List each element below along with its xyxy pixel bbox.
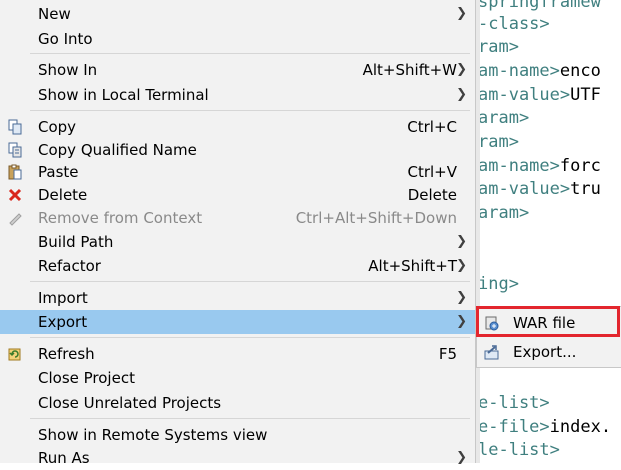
- menu-item-close-unrelated-projects[interactable]: Close Unrelated Projects: [0, 391, 475, 415]
- menu-item-label: Copy Qualified Name: [38, 141, 197, 159]
- chevron-right-icon: ❯: [456, 450, 467, 465]
- context-menu: New ❯ Go Into Show In Alt+Shift+W ❯ Show…: [0, 0, 476, 467]
- copy-qualified-icon: [7, 142, 23, 158]
- menu-item-label: Remove from Context: [38, 209, 203, 227]
- code-line: ram>: [478, 37, 519, 57]
- chevron-right-icon: ❯: [456, 234, 467, 249]
- paste-icon: [7, 164, 23, 180]
- menu-item-label: Go Into: [38, 30, 93, 48]
- menu-item-label: Refactor: [38, 257, 101, 275]
- delete-icon: [7, 187, 23, 203]
- menu-item-label: Export: [38, 313, 88, 331]
- code-line: am-name>forc: [478, 156, 601, 176]
- menu-item-shortcut: Alt+Shift+T: [368, 257, 457, 275]
- code-line: am-value>tru: [478, 179, 601, 199]
- code-editor[interactable]: springframew -class> ram> am-name>enco a…: [470, 0, 621, 463]
- chevron-right-icon: ❯: [456, 6, 467, 21]
- menu-item-import[interactable]: Import ❯: [0, 286, 475, 310]
- code-line: ing>: [478, 274, 519, 294]
- menu-separator: [30, 337, 470, 338]
- code-line: -class>: [478, 14, 550, 34]
- submenu-item-export-wizard[interactable]: Export...: [478, 339, 621, 365]
- menu-item-label: Build Path: [38, 233, 114, 251]
- menu-separator: [30, 53, 470, 54]
- menu-item-copy[interactable]: Copy Ctrl+C: [0, 115, 475, 139]
- code-line: am-name>enco: [478, 61, 601, 81]
- menu-item-refactor[interactable]: Refactor Alt+Shift+T ❯: [0, 254, 475, 278]
- menu-item-show-in-local-terminal[interactable]: Show in Local Terminal ❯: [0, 83, 475, 107]
- menu-item-shortcut: Alt+Shift+W: [362, 61, 457, 79]
- code-line: aram>: [478, 108, 530, 128]
- menu-item-build-path[interactable]: Build Path ❯: [0, 230, 475, 254]
- chevron-right-icon: ❯: [456, 314, 467, 329]
- annotation-highlight-box: [476, 306, 620, 337]
- chevron-right-icon: ❯: [456, 87, 467, 102]
- code-line: e-list>: [478, 393, 550, 413]
- copy-icon: [7, 119, 23, 135]
- code-line: aram>: [478, 203, 530, 223]
- menu-item-go-into[interactable]: Go Into: [0, 27, 475, 51]
- code-line: am-value>UTF: [478, 85, 601, 105]
- code-line: le-list>: [478, 440, 560, 460]
- menu-item-paste[interactable]: Paste Ctrl+V: [0, 160, 475, 184]
- menu-item-show-in-remote-systems[interactable]: Show in Remote Systems view: [0, 423, 475, 447]
- menu-item-label: Show in Remote Systems view: [38, 426, 268, 444]
- code-line: springframew: [478, 0, 601, 12]
- menu-item-label: Refresh: [38, 345, 95, 363]
- menu-item-label: Close Project: [38, 369, 135, 387]
- code-line: e-file>index.: [478, 417, 612, 437]
- menu-item-export[interactable]: Export ❯: [0, 310, 475, 334]
- menu-item-delete[interactable]: Delete Delete: [0, 183, 475, 207]
- chevron-right-icon: ❯: [456, 258, 467, 273]
- menu-item-label: Delete: [38, 186, 88, 204]
- menu-item-label: Import: [38, 289, 88, 307]
- menu-item-close-project[interactable]: Close Project: [0, 366, 475, 390]
- code-line: ram>: [478, 132, 519, 152]
- menu-item-remove-from-context: Remove from Context Ctrl+Alt+Shift+Down: [0, 206, 475, 230]
- menu-separator: [30, 281, 470, 282]
- menu-item-label: Copy: [38, 118, 77, 136]
- chevron-right-icon: ❯: [456, 62, 467, 77]
- menu-item-label: Run As: [38, 449, 90, 467]
- menu-item-label: Show in Local Terminal: [38, 86, 209, 104]
- menu-item-new[interactable]: New ❯: [0, 2, 475, 26]
- remove-context-icon: [7, 210, 23, 226]
- export-wizard-icon: [484, 344, 500, 360]
- menu-separator: [30, 110, 470, 111]
- menu-item-shortcut: Ctrl+C: [407, 118, 457, 136]
- menu-item-label: Paste: [38, 163, 79, 181]
- menu-item-shortcut: Ctrl+V: [407, 163, 457, 181]
- menu-item-copy-qualified-name[interactable]: Copy Qualified Name: [0, 138, 475, 162]
- refresh-icon: [7, 346, 23, 362]
- menu-item-label: New: [38, 5, 71, 23]
- menu-item-run-as[interactable]: Run As ❯: [0, 446, 475, 470]
- menu-item-refresh[interactable]: Refresh F5: [0, 342, 475, 366]
- menu-item-shortcut: Delete: [407, 186, 457, 204]
- chevron-right-icon: ❯: [456, 290, 467, 305]
- menu-item-label: Show In: [38, 61, 98, 79]
- menu-item-show-in[interactable]: Show In Alt+Shift+W ❯: [0, 58, 475, 82]
- menu-item-label: Close Unrelated Projects: [38, 394, 222, 412]
- menu-item-shortcut: F5: [438, 345, 457, 363]
- menu-item-shortcut: Ctrl+Alt+Shift+Down: [295, 209, 457, 227]
- submenu-item-label: Export...: [513, 343, 577, 361]
- menu-separator: [30, 418, 470, 419]
